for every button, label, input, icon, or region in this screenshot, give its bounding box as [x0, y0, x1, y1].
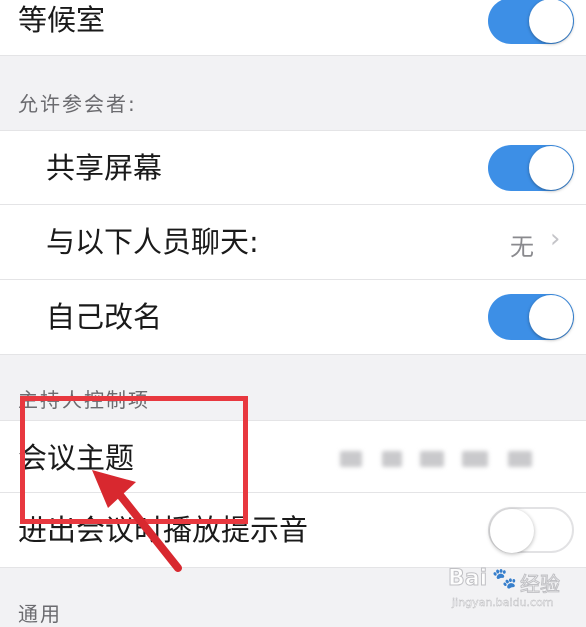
annotation-highlight-box — [20, 396, 248, 524]
rename-self-label: 自己改名 — [46, 300, 163, 334]
watermark-brand: Bai — [447, 566, 488, 592]
chat-with-row[interactable]: 与以下人员聊天: 无 › — [0, 205, 586, 280]
rename-self-row: 自己改名 — [0, 280, 586, 355]
watermark-suffix: 经验 — [520, 572, 561, 597]
blurred-text — [508, 451, 532, 467]
share-screen-toggle[interactable] — [488, 145, 574, 191]
toggle-knob — [490, 509, 534, 553]
baidu-watermark: Bai 🐾 经验 jingyan.baidu.com — [447, 566, 578, 616]
section-label-general: 通用 — [18, 602, 62, 626]
toggle-knob — [529, 295, 573, 339]
toggle-knob — [529, 0, 573, 43]
share-screen-row: 共享屏幕 — [0, 130, 586, 205]
blurred-text — [420, 451, 444, 467]
blurred-text — [340, 451, 362, 467]
paw-icon: 🐾 — [492, 566, 518, 591]
entry-exit-sound-toggle[interactable] — [488, 507, 574, 553]
rename-self-toggle[interactable] — [488, 294, 574, 340]
share-screen-label: 共享屏幕 — [46, 151, 163, 185]
waiting-room-toggle[interactable] — [488, 0, 574, 44]
blurred-text — [462, 451, 488, 467]
waiting-room-label: 等候室 — [18, 3, 106, 37]
chat-with-value: 无 — [510, 233, 534, 261]
blurred-text — [382, 451, 402, 467]
waiting-room-row: 等候室 — [0, 0, 586, 56]
chat-with-label: 与以下人员聊天: — [46, 225, 259, 259]
toggle-knob — [529, 146, 573, 190]
chevron-right-icon: › — [550, 224, 561, 254]
section-label-allow-participants: 允许参会者: — [18, 92, 137, 116]
watermark-url: jingyan.baidu.com — [452, 596, 554, 609]
